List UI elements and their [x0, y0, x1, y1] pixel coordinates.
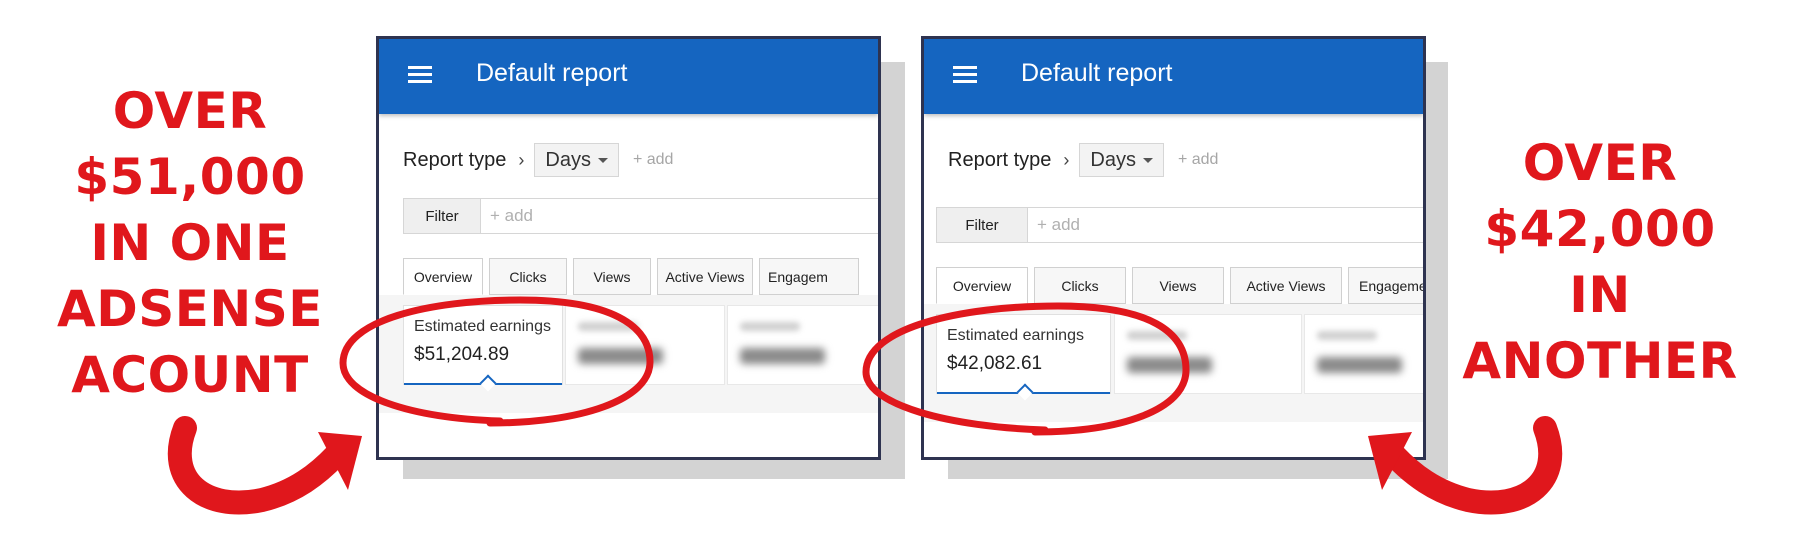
highlight-circle-right [862, 302, 1190, 436]
highlight-circle-left [339, 296, 654, 427]
annotation-overlay [167, 296, 1563, 515]
curved-arrow-right-icon [1368, 416, 1563, 515]
curved-arrow-left-icon [167, 416, 362, 515]
